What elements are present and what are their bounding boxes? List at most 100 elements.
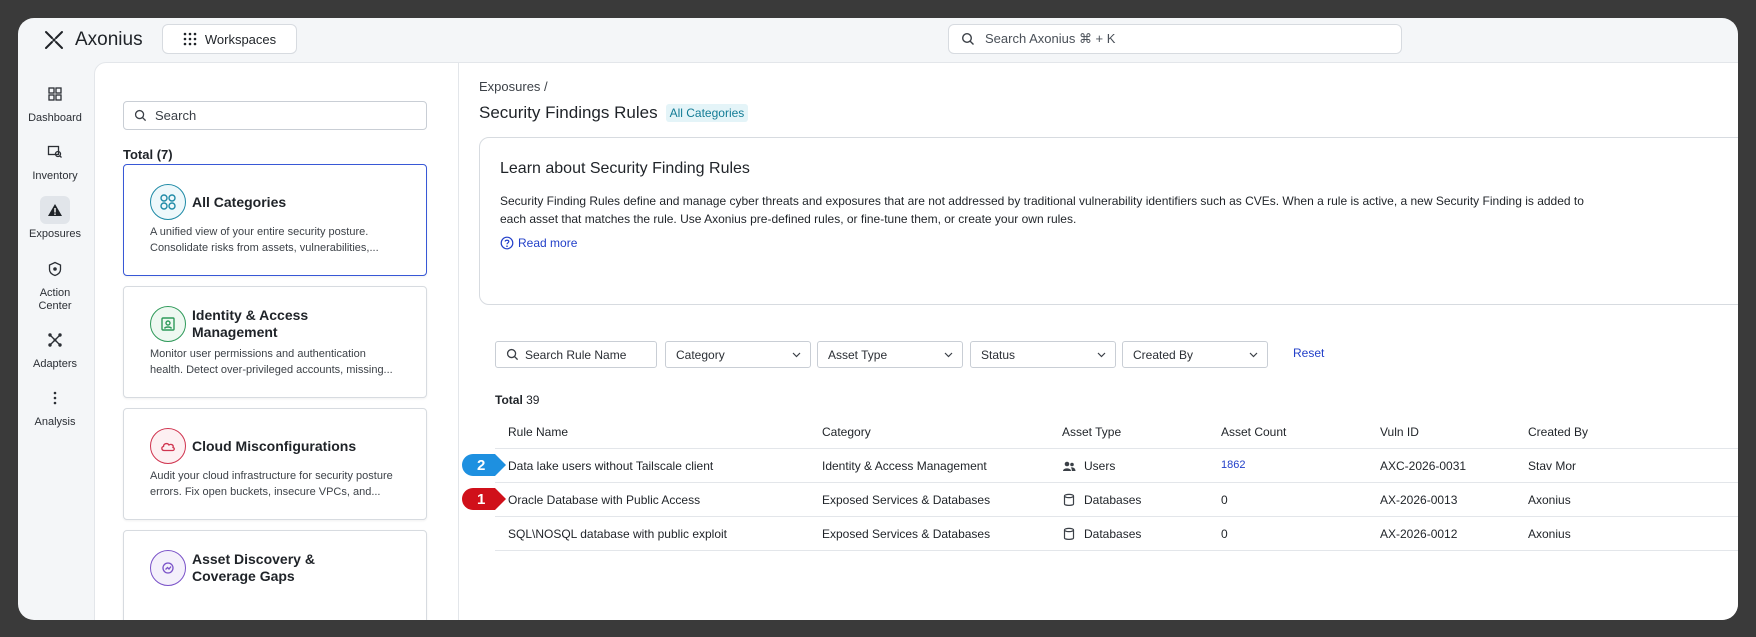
- nav-label-analysis: Analysis: [34, 416, 76, 428]
- read-more-link[interactable]: Read more: [500, 236, 577, 250]
- search-icon: [134, 109, 147, 122]
- rule-asset-type: Users: [1062, 459, 1115, 473]
- created-by: Axonius: [1528, 493, 1571, 507]
- column-header-rule-name[interactable]: Rule Name: [508, 425, 568, 439]
- category-title: Identity & Access Management: [192, 307, 309, 340]
- rule-name[interactable]: SQL\NOSQL database with public exploit: [508, 527, 727, 541]
- chevron-down-icon: [944, 352, 953, 358]
- category-card-all[interactable]: All Categories A unified view of your en…: [123, 164, 427, 276]
- search-icon: [961, 32, 974, 45]
- callout-number: 2: [477, 457, 485, 474]
- nav-label-action-center: Action Center: [38, 287, 72, 312]
- rule-asset-type: Databases: [1062, 527, 1141, 541]
- nav-item-adapters[interactable]: Adapters: [18, 326, 92, 371]
- category-card-identity[interactable]: Identity & Access Management Monitor use…: [123, 286, 427, 398]
- category-title: All Categories: [192, 193, 287, 210]
- database-icon: [1063, 527, 1075, 540]
- rule-category: Exposed Services & Databases: [822, 527, 991, 541]
- column-header-asset-count[interactable]: Asset Count: [1221, 425, 1286, 439]
- nav-item-exposures[interactable]: Exposures: [18, 196, 92, 241]
- chevron-down-icon: [1249, 352, 1258, 358]
- main-area: Exposures / Security Findings Rules All …: [459, 63, 1738, 620]
- created-by-filter[interactable]: Created By: [1122, 341, 1268, 368]
- id-badge-icon: [150, 306, 186, 342]
- axonius-logo-icon: [45, 31, 63, 49]
- asset-type-label: Databases: [1084, 527, 1142, 541]
- category-card-cloud[interactable]: Cloud Misconfigurations Audit your cloud…: [123, 408, 427, 520]
- asset-type-label: Users: [1084, 459, 1116, 473]
- callout-marker-1: 1: [462, 488, 506, 510]
- column-header-vuln-id[interactable]: Vuln ID: [1380, 425, 1419, 439]
- asset-count-link[interactable]: 1862: [1221, 459, 1245, 471]
- category-filter[interactable]: Category: [665, 341, 811, 368]
- rule-name[interactable]: Data lake users without Tailscale client: [508, 459, 713, 473]
- table-row[interactable]: 2 Data lake users without Tailscale clie…: [462, 449, 1738, 483]
- axonius-logo[interactable]: Axonius: [42, 28, 143, 52]
- nav-label-inventory: Inventory: [32, 170, 78, 182]
- top-bar: Axonius Workspaces Search Axonius ⌘ + K: [18, 18, 1738, 62]
- category-filter-label: Category: [676, 347, 725, 362]
- column-header-category[interactable]: Category: [822, 425, 871, 439]
- workspaces-button[interactable]: Workspaces: [162, 24, 297, 54]
- category-search-input[interactable]: Search: [123, 101, 427, 130]
- category-description: Audit your cloud infrastructure for secu…: [150, 470, 393, 498]
- global-search-input[interactable]: Search Axonius ⌘ + K: [948, 24, 1402, 54]
- category-card-asset-discovery[interactable]: Asset Discovery & Coverage Gaps: [123, 530, 427, 620]
- rule-category: Identity & Access Management: [822, 459, 987, 473]
- vuln-id: AXC-2026-0031: [1380, 459, 1467, 473]
- rules-total: Total 39: [495, 393, 539, 407]
- adapters-icon: [48, 333, 62, 347]
- category-description: A unified view of your entire security p…: [150, 226, 379, 254]
- category-panel: Search Total (7) All Categories A unifie…: [95, 63, 459, 620]
- rule-name[interactable]: Oracle Database with Public Access: [508, 493, 700, 507]
- nav-item-action-center[interactable]: Action Center: [18, 255, 92, 313]
- info-text: Security Finding Rules define and manage…: [500, 194, 1584, 226]
- rule-category: Exposed Services & Databases: [822, 493, 991, 507]
- side-nav: Dashboard Inventory Exposures Action Cen…: [18, 62, 92, 620]
- callout-marker-2: 2: [462, 454, 506, 476]
- table-row[interactable]: 1 Oracle Database with Public Access Exp…: [462, 483, 1738, 517]
- callout-number: 1: [477, 491, 485, 508]
- app-window: Axonius Workspaces Search Axonius ⌘ + K …: [18, 18, 1738, 620]
- category-description: Monitor user permissions and authenticat…: [150, 348, 393, 376]
- asset-count: 0: [1221, 493, 1228, 507]
- nav-item-inventory[interactable]: Inventory: [18, 138, 92, 183]
- chevron-down-icon: [792, 352, 801, 358]
- workspaces-label: Workspaces: [204, 31, 277, 47]
- column-header-created-by[interactable]: Created By: [1528, 425, 1588, 439]
- nav-item-dashboard[interactable]: Dashboard: [18, 80, 92, 125]
- vuln-id: AX-2026-0012: [1380, 527, 1458, 541]
- info-card: Learn about Security Finding Rules Secur…: [479, 137, 1738, 305]
- search-icon: [506, 348, 519, 361]
- category-total: Total (7): [123, 147, 173, 162]
- asset-type-filter[interactable]: Asset Type: [817, 341, 963, 368]
- discovery-icon: [150, 550, 186, 586]
- info-heading: Learn about Security Finding Rules: [500, 160, 750, 177]
- page-title-row: Security Findings Rules All Categories: [479, 103, 749, 123]
- breadcrumb[interactable]: Exposures /: [479, 79, 548, 94]
- nav-label-exposures: Exposures: [29, 228, 81, 240]
- inventory-icon: [47, 145, 62, 158]
- status-filter-label: Status: [981, 347, 1016, 362]
- page-title: Security Findings Rules: [479, 103, 658, 122]
- status-filter[interactable]: Status: [970, 341, 1116, 368]
- users-icon: [1063, 461, 1076, 471]
- grid-circles-icon: [150, 184, 186, 220]
- rule-search-placeholder: Search Rule Name: [525, 347, 627, 362]
- table-row[interactable]: SQL\NOSQL database with public exploit E…: [495, 517, 1738, 551]
- table-header: Rule Name Category Asset Type Asset Coun…: [495, 415, 1738, 449]
- nav-item-analysis[interactable]: Analysis: [18, 384, 92, 429]
- shield-icon: [48, 261, 62, 277]
- read-more-label: Read more: [518, 236, 578, 250]
- rule-search-input[interactable]: Search Rule Name: [495, 341, 657, 368]
- created-by: Axonius: [1528, 527, 1571, 541]
- column-header-asset-type[interactable]: Asset Type: [1062, 425, 1121, 439]
- chevron-down-icon: [1097, 352, 1106, 358]
- total-value: 39: [526, 393, 540, 407]
- nav-label-dashboard: Dashboard: [28, 112, 82, 124]
- reset-button[interactable]: Reset: [1293, 346, 1324, 360]
- global-search-placeholder: Search Axonius ⌘ + K: [985, 31, 1116, 46]
- asset-type-filter-label: Asset Type: [828, 347, 888, 362]
- category-title: Cloud Misconfigurations: [192, 437, 357, 454]
- vuln-id: AX-2026-0013: [1380, 493, 1458, 507]
